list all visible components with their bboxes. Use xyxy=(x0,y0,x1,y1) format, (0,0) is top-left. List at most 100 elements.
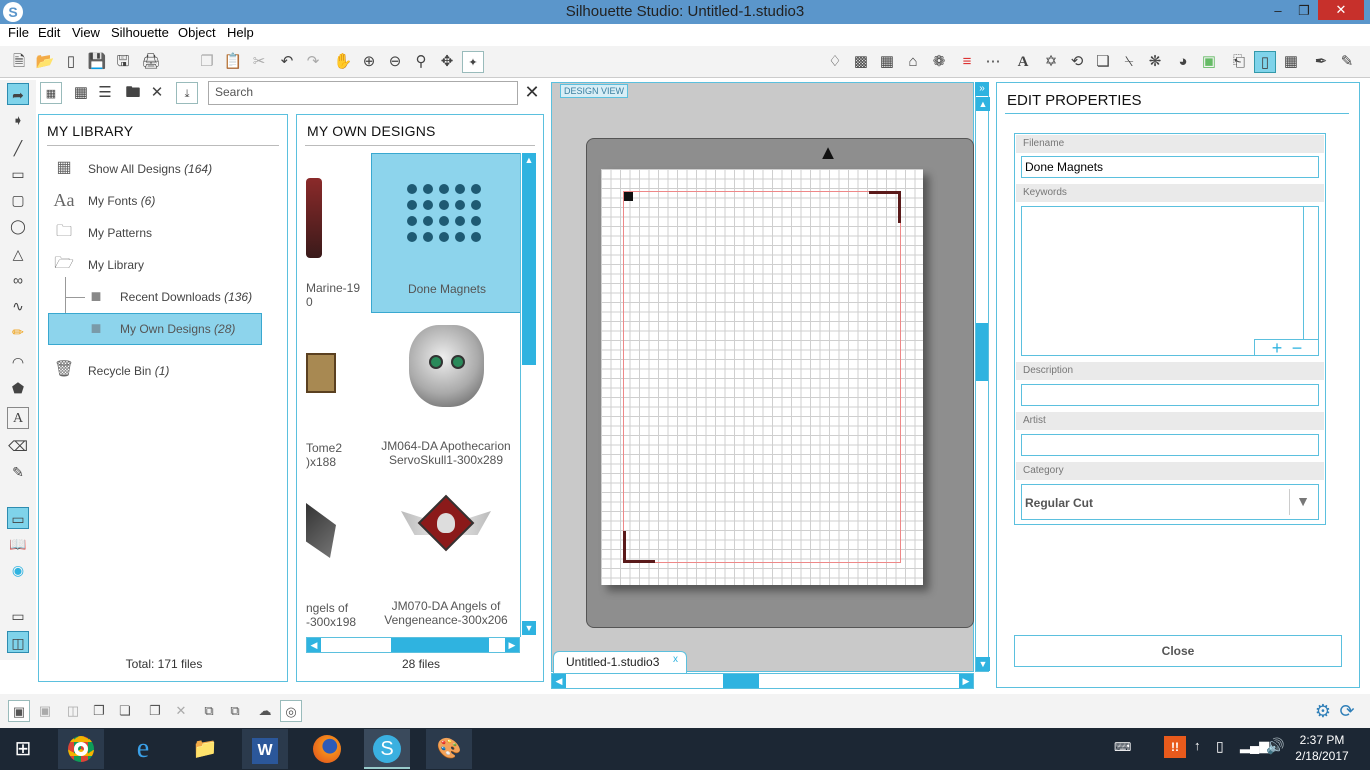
word-icon[interactable]: W xyxy=(242,729,288,769)
library-item-recent-downloads[interactable]: Recent Downloads (136) xyxy=(120,284,252,310)
silhouette-store-icon[interactable]: ◉ xyxy=(7,559,29,581)
internet-explorer-icon[interactable]: e xyxy=(120,729,166,769)
fill-icon[interactable]: ♢ xyxy=(824,51,846,73)
zoom-drag-icon[interactable]: ✥ xyxy=(436,51,458,73)
offset-icon[interactable]: ◎ xyxy=(280,700,302,722)
menu-silhouette[interactable]: Silhouette xyxy=(111,25,169,40)
library-view-icon[interactable]: ▯ xyxy=(1254,51,1276,73)
tray-expand-icon[interactable]: ↑ xyxy=(1194,738,1201,753)
delete-icon[interactable]: ✕ xyxy=(146,82,168,104)
weld-icon[interactable]: ☁ xyxy=(254,700,276,722)
bring-forward-icon[interactable]: ❏ xyxy=(114,700,136,722)
pencil-tool-icon[interactable]: ✏ xyxy=(7,321,29,343)
rounded-rect-tool-icon[interactable]: ▢ xyxy=(7,189,29,211)
volume-icon[interactable]: 🔊 xyxy=(1266,737,1285,755)
remove-keyword-icon[interactable]: − xyxy=(1288,339,1306,357)
cut-settings-icon[interactable]: ⎗ xyxy=(1228,51,1250,73)
menu-file[interactable]: File xyxy=(8,25,29,40)
maximize-button[interactable]: ❐ xyxy=(1290,0,1318,22)
library-item-my-library[interactable]: My Library xyxy=(88,252,144,278)
arc-tool-icon[interactable]: ◠ xyxy=(7,351,29,373)
grid-icon[interactable]: ▦ xyxy=(876,51,898,73)
category-select[interactable]: Regular Cut ▼ xyxy=(1021,484,1319,520)
scale-icon[interactable]: ❏ xyxy=(1092,51,1114,73)
ungroup-icon[interactable]: ▣ xyxy=(34,700,56,722)
compound-icon[interactable]: ◫ xyxy=(62,700,84,722)
release-compound-icon[interactable]: ❐ xyxy=(88,700,110,722)
new-doc-icon[interactable]: ▯ xyxy=(60,51,82,73)
scroll-up-icon[interactable]: ▲ xyxy=(976,97,990,111)
paint-icon[interactable]: 🎨 xyxy=(426,729,472,769)
scroll-left-icon[interactable]: ◀ xyxy=(552,674,566,688)
text-style-icon[interactable]: A xyxy=(1012,51,1034,73)
bring-to-front-icon[interactable]: ⧉ xyxy=(198,700,220,722)
send-to-back-icon[interactable]: ⧉ xyxy=(224,700,246,722)
zoom-out-icon[interactable]: ⊖ xyxy=(384,51,406,73)
redo-icon[interactable]: ↷ xyxy=(302,51,324,73)
eraser-tool-icon[interactable]: ⌫ xyxy=(7,435,29,457)
description-field[interactable] xyxy=(1021,384,1319,406)
scroll-up-icon[interactable]: ▲ xyxy=(522,153,536,167)
scroll-left-icon[interactable]: ◀ xyxy=(307,638,321,652)
file-explorer-icon[interactable]: 📁 xyxy=(182,729,228,769)
design-thumbnail[interactable]: JM064-DA Apothecarion ServoSkull1-300x28… xyxy=(371,313,520,473)
pentagon-tool-icon[interactable]: ⬟ xyxy=(7,377,29,399)
grid-view-icon[interactable]: ▦ xyxy=(70,82,92,104)
line-color-icon[interactable]: ≡ xyxy=(956,51,978,73)
document-tab[interactable]: Untitled-1.studio3 x xyxy=(553,651,687,673)
undo-icon[interactable]: ↶ xyxy=(276,51,298,73)
new-file-icon[interactable]: 🗎 xyxy=(8,51,30,73)
new-folder-icon[interactable]: 🖿 xyxy=(122,82,144,104)
close-library-icon[interactable]: ✕ xyxy=(522,82,542,104)
download-icon[interactable]: ⤓ xyxy=(176,82,198,104)
menu-view[interactable]: View xyxy=(72,25,100,40)
offset-icon[interactable]: ◕ xyxy=(1172,51,1194,73)
design-space-icon[interactable]: ▭ xyxy=(7,507,29,529)
rectangle-tool-icon[interactable]: ▭ xyxy=(7,163,29,185)
send-to-silhouette-icon[interactable]: ✎ xyxy=(1336,51,1358,73)
duplicate-icon[interactable]: ❐ xyxy=(144,700,166,722)
clock[interactable]: 2:37 PM 2/18/2017 xyxy=(1290,732,1354,764)
knife-tool-icon[interactable]: ✎ xyxy=(7,461,29,483)
trace-icon[interactable]: ❁ xyxy=(928,51,950,73)
design-thumbnail[interactable]: ngels of -300x198 xyxy=(306,473,380,633)
library-item-patterns[interactable]: My Patterns xyxy=(88,220,152,246)
group-icon[interactable]: ▣ xyxy=(8,700,30,722)
designs-scrollbar[interactable]: ▲ ▼ xyxy=(520,153,536,637)
scroll-thumb[interactable] xyxy=(522,167,536,365)
zoom-in-icon[interactable]: ⊕ xyxy=(358,51,380,73)
edit-points-icon[interactable]: ➧ xyxy=(7,109,29,131)
line-tool-icon[interactable]: ╱ xyxy=(7,137,29,159)
menu-edit[interactable]: Edit xyxy=(38,25,60,40)
library-import-icon[interactable]: ▦ xyxy=(40,82,62,104)
firefox-icon[interactable] xyxy=(304,729,350,769)
start-button-icon[interactable]: ⊞ xyxy=(0,729,46,769)
chrome-icon[interactable] xyxy=(58,729,104,769)
single-view-icon[interactable]: ▭ xyxy=(7,605,29,627)
scroll-right-icon[interactable]: ▶ xyxy=(505,638,519,652)
design-thumbnail[interactable]: Tome2 )x188 xyxy=(306,313,380,473)
hscroll-thumb[interactable] xyxy=(723,674,759,688)
library-icon[interactable]: 📖 xyxy=(7,533,29,555)
replicate-icon[interactable]: ❋ xyxy=(1144,51,1166,73)
sketch-icon[interactable]: ✒ xyxy=(1310,51,1332,73)
library-item-show-all[interactable]: Show All Designs (164) xyxy=(88,156,212,182)
refresh-icon[interactable]: ⟳ xyxy=(1336,700,1358,722)
send-icon[interactable]: ▣ xyxy=(1198,51,1220,73)
align-icon[interactable]: ✡ xyxy=(1040,51,1062,73)
save-library-icon[interactable]: 🖫 xyxy=(112,51,134,73)
close-button[interactable]: ✕ xyxy=(1318,0,1364,20)
cut-icon[interactable]: ✂ xyxy=(248,51,270,73)
print-icon[interactable]: 🖨 xyxy=(140,51,162,73)
add-keyword-icon[interactable]: + xyxy=(1268,339,1286,357)
delete-icon[interactable]: ✕ xyxy=(170,700,192,722)
designs-hscrollbar[interactable]: ◀ ▶ xyxy=(306,637,520,653)
device-icon[interactable]: ▯ xyxy=(1216,738,1224,755)
scroll-right-icon[interactable]: ▶ xyxy=(959,674,973,688)
select-tool-icon[interactable]: ➦ xyxy=(7,83,29,105)
library-item-my-own-designs[interactable]: My Own Designs (28) xyxy=(120,316,235,342)
library-item-recycle-bin[interactable]: Recycle Bin (1) xyxy=(88,358,169,384)
settings-gear-icon[interactable]: ⚙ xyxy=(1312,700,1334,722)
save-icon[interactable]: 💾 xyxy=(86,51,108,73)
page-setup-icon[interactable]: ▩ xyxy=(850,51,872,73)
